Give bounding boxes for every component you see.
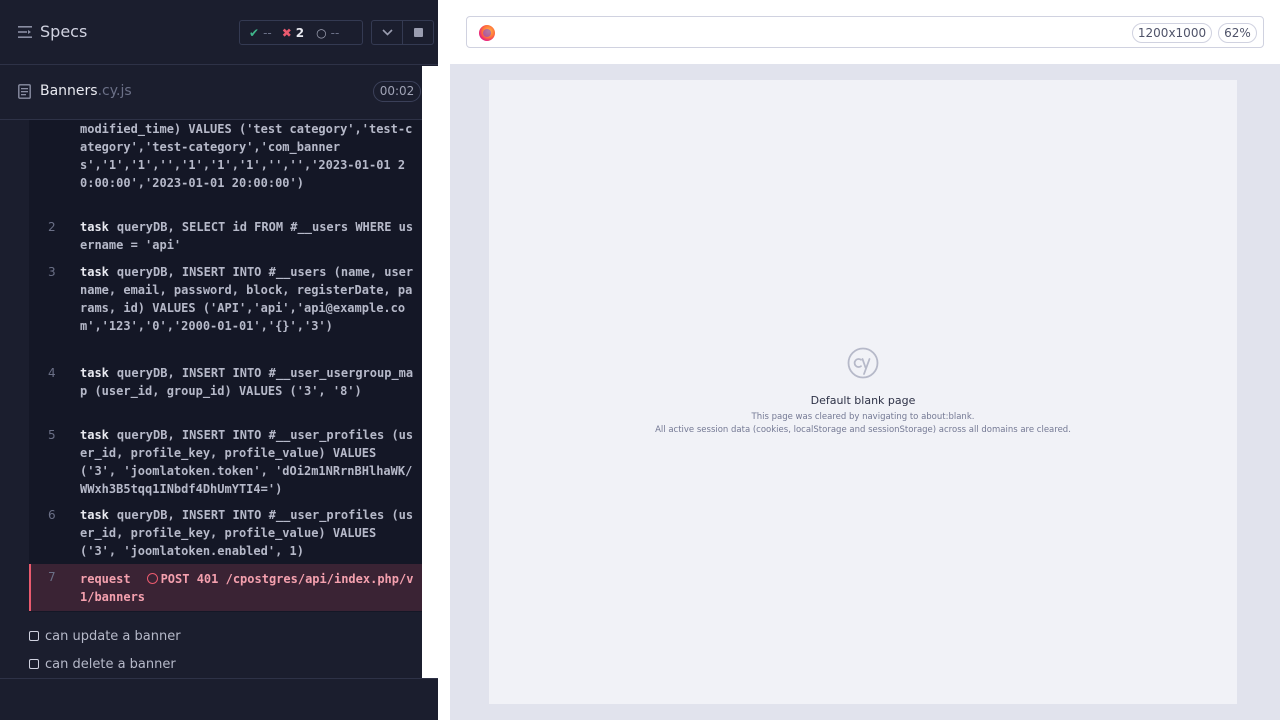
command-body: task queryDB, INSERT INTO #__user_profile… (80, 506, 414, 560)
pending-count: -- (330, 25, 340, 40)
pending-test-icon (29, 659, 39, 669)
test-title: can delete a banner (45, 657, 176, 672)
zoom-level-badge[interactable]: 62% (1218, 23, 1257, 43)
spec-duration: 00:02 (373, 81, 421, 102)
command-message: queryDB, INSERT INTO #__user_usergroup_m… (80, 366, 414, 398)
stop-button[interactable] (402, 21, 433, 44)
command-log: modified_time) VALUES ('test category','… (29, 120, 422, 612)
command-number: 6 (48, 508, 56, 522)
command-body: task queryDB, INSERT INTO #__users (name,… (80, 263, 414, 335)
pending-spinner-icon: ○ (316, 25, 327, 40)
failed-x-icon: ✖ (281, 25, 292, 40)
command-body: task queryDB, INSERT INTO #__user_usergro… (80, 364, 414, 400)
command-row[interactable]: 6 task queryDB, INSERT INTO #__user_profi… (29, 506, 422, 560)
test-item-delete-banner[interactable]: can delete a banner (29, 657, 176, 672)
command-number: 5 (48, 428, 56, 442)
pending-test-icon (29, 631, 39, 641)
command-row[interactable]: 4 task queryDB, INSERT INTO #__user_userg… (29, 364, 422, 418)
command-number: 2 (48, 220, 56, 234)
viewport-size-badge[interactable]: 1200x1000 (1132, 23, 1212, 43)
blank-page-title: Default blank page (810, 394, 916, 407)
test-stats: ✔ -- ✖ 2 ○ -- (239, 20, 363, 45)
command-keyword: task (80, 265, 109, 279)
footer-divider (0, 678, 438, 679)
specs-title[interactable]: Specs (40, 22, 87, 41)
app-under-test-panel: 1200x1000 62% Default blank page This pa… (450, 0, 1280, 720)
run-controls (371, 20, 434, 45)
command-number: 7 (48, 570, 56, 584)
test-item-update-banner[interactable]: can update a banner (29, 629, 181, 644)
command-row[interactable]: 5 task queryDB, INSERT INTO #__user_profi… (29, 426, 422, 498)
spec-file-basename: Banners (40, 83, 98, 99)
command-keyword: task (80, 428, 109, 442)
blank-page-line-1: This page was cleared by navigating to a… (751, 412, 975, 422)
command-row[interactable]: modified_time) VALUES ('test category','… (29, 120, 422, 212)
failed-command-row[interactable]: 7 request POST 401 /cpostgres/api/index.p… (29, 564, 422, 611)
blank-page-line-2: All active session data (cookies, localS… (655, 425, 1071, 435)
command-body: request POST 401 /cpostgres/api/index.php… (80, 570, 414, 606)
command-number: 4 (48, 366, 56, 380)
spec-file-name[interactable]: Banners.cy.js (40, 83, 132, 99)
command-keyword: task (80, 508, 109, 522)
specs-list-icon[interactable] (18, 26, 32, 38)
reporter-panel: Specs ✔ -- ✖ 2 ○ -- Banners.cy.js 00:02 … (0, 0, 438, 720)
command-body: modified_time) VALUES ('test category','… (80, 120, 414, 192)
command-message: queryDB, INSERT INTO #__user_profiles (u… (80, 508, 414, 558)
test-title: can update a banner (45, 629, 181, 644)
command-message: modified_time) VALUES ('test category','… (80, 122, 413, 190)
passed-count: -- (263, 25, 272, 40)
command-keyword: task (80, 220, 109, 234)
command-row[interactable]: 2 task queryDB, SELECT id FROM #__users W… (29, 218, 422, 254)
command-number: 3 (48, 265, 56, 279)
command-keyword: task (80, 366, 109, 380)
spec-file-extension: .cy.js (97, 83, 132, 99)
command-message: queryDB, INSERT INTO #__user_profiles (u… (80, 428, 414, 496)
command-keyword: request (80, 572, 131, 586)
cypress-logo-icon (847, 347, 879, 379)
aut-viewport[interactable]: Default blank page This page was cleared… (489, 80, 1237, 704)
url-bar[interactable]: 1200x1000 62% (466, 16, 1264, 48)
command-message: queryDB, INSERT INTO #__users (name, use… (80, 265, 414, 333)
failed-count: 2 (295, 25, 305, 40)
firefox-browser-icon (479, 25, 495, 41)
stop-icon (413, 28, 423, 37)
command-message: queryDB, SELECT id FROM #__users WHERE u… (80, 220, 414, 252)
command-body: task queryDB, SELECT id FROM #__users WHE… (80, 218, 414, 254)
command-row[interactable]: 3 task queryDB, INSERT INTO #__users (nam… (29, 263, 422, 353)
failed-ring-icon (146, 573, 158, 584)
document-icon (18, 84, 31, 99)
aut-header: 1200x1000 62% (450, 0, 1280, 64)
scrollbar[interactable] (422, 66, 438, 678)
command-body: task queryDB, INSERT INTO #__user_profile… (80, 426, 414, 498)
passed-check-icon: ✔ (249, 25, 260, 40)
chevron-down-icon[interactable] (372, 21, 402, 44)
